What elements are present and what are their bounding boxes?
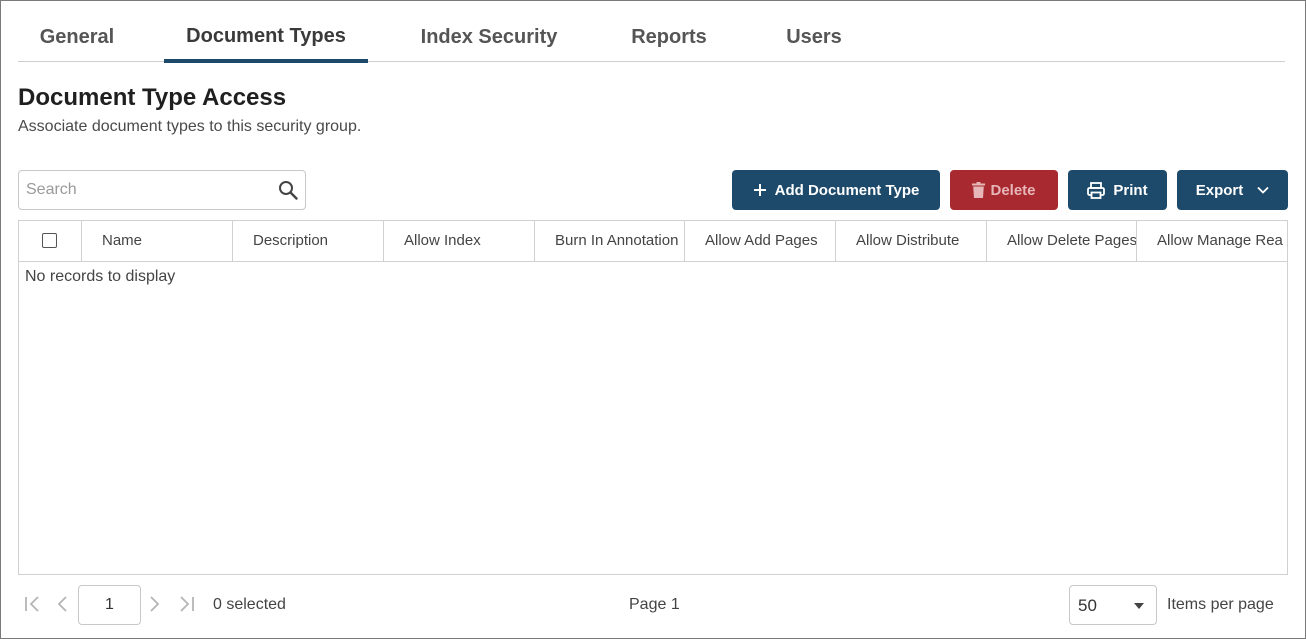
print-label: Print [1113, 181, 1148, 199]
delete-label: Delete [990, 181, 1036, 199]
column-header-name[interactable]: Name [82, 221, 233, 261]
page-title: Document Type Access [18, 84, 287, 111]
trash-icon [972, 182, 986, 198]
tab-index-security[interactable]: Index Security [398, 14, 580, 61]
add-document-type-button[interactable]: Add Document Type [732, 170, 940, 210]
export-button[interactable]: Export [1177, 170, 1288, 210]
search-icon[interactable] [278, 180, 298, 200]
column-header-allow-add-pages[interactable]: Allow Add Pages [685, 221, 836, 261]
page-number-input[interactable] [78, 585, 141, 625]
select-all-cell [19, 221, 82, 261]
column-header-allow-delete-pages[interactable]: Allow Delete Pages [987, 221, 1137, 261]
delete-button[interactable]: Delete [950, 170, 1058, 210]
page-subtitle: Associate document types to this securit… [18, 118, 362, 135]
document-type-grid: Name Description Allow Index Burn In Ann… [18, 220, 1288, 575]
column-header-burn-in-annotation[interactable]: Burn In Annotation [535, 221, 685, 261]
tab-bar: General Document Types Index Security Re… [18, 14, 1285, 63]
tab-users[interactable]: Users [768, 14, 860, 61]
selected-count: 0 selected [213, 596, 286, 613]
items-per-page-label: Items per page [1167, 596, 1274, 613]
chevron-down-icon [1257, 186, 1269, 194]
last-page-icon[interactable] [177, 596, 195, 612]
next-page-icon[interactable] [149, 596, 161, 612]
search-box [18, 170, 306, 210]
no-records-message: No records to display [25, 268, 176, 285]
column-header-allow-index[interactable]: Allow Index [384, 221, 535, 261]
column-header-allow-distribute[interactable]: Allow Distribute [836, 221, 987, 261]
print-button[interactable]: Print [1068, 170, 1167, 210]
first-page-icon[interactable] [24, 596, 42, 612]
page-indicator: Page 1 [629, 596, 680, 613]
select-all-checkbox[interactable] [42, 233, 57, 248]
page-size-value: 50 [1078, 596, 1097, 615]
tab-document-types[interactable]: Document Types [164, 14, 368, 63]
page-size-select[interactable]: 50 [1069, 585, 1157, 625]
tab-general[interactable]: General [18, 14, 136, 61]
add-document-type-label: Add Document Type [774, 181, 920, 199]
column-header-allow-manage-rea[interactable]: Allow Manage Rea [1137, 221, 1287, 261]
previous-page-icon[interactable] [56, 596, 68, 612]
search-input[interactable] [19, 171, 269, 209]
export-label: Export [1195, 181, 1244, 199]
printer-icon [1087, 181, 1106, 199]
grid-header: Name Description Allow Index Burn In Ann… [19, 221, 1287, 262]
tab-reports[interactable]: Reports [610, 14, 728, 61]
plus-icon [753, 184, 766, 196]
caret-down-icon [1134, 603, 1144, 609]
column-header-description[interactable]: Description [233, 221, 384, 261]
